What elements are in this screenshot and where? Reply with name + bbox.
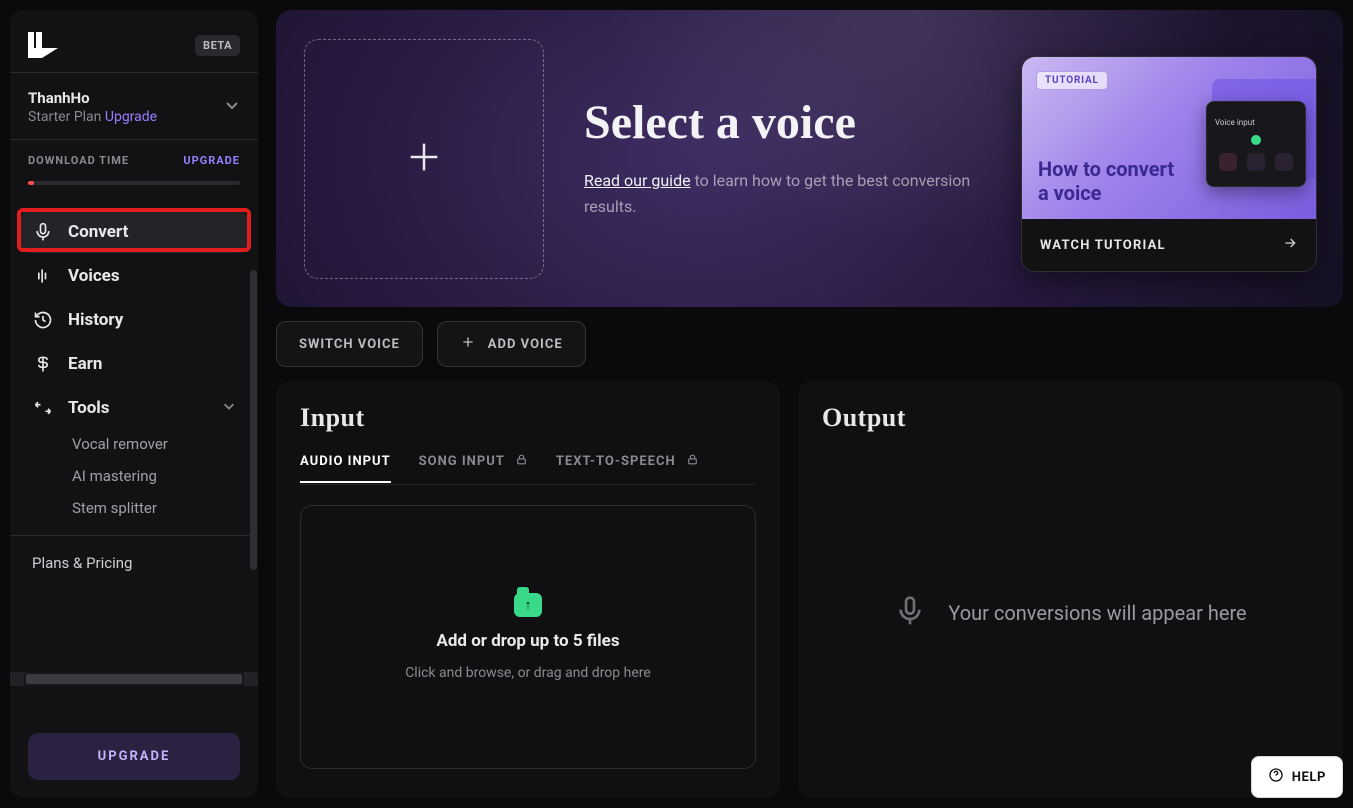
download-time-label: DOWNLOAD TIME [28, 154, 129, 167]
upgrade-button[interactable]: UPGRADE [28, 733, 240, 780]
beta-badge: BETA [195, 35, 240, 56]
tutorial-card[interactable]: TUTORIAL Voice input How to convert a vo… [1021, 56, 1317, 272]
switch-voice-button[interactable]: SWITCH VOICE [276, 321, 423, 367]
input-title: Input [300, 403, 756, 433]
nav-earn[interactable]: Earn [20, 343, 248, 385]
help-button[interactable]: HELP [1251, 756, 1343, 798]
nav-tools[interactable]: Tools [20, 387, 248, 429]
input-panel: Input AUDIO INPUT SONG INPUT TEXT-TO-SPE… [276, 381, 780, 798]
input-tabs: AUDIO INPUT SONG INPUT TEXT-TO-SPEECH [300, 447, 756, 485]
tutorial-thumb-title: How to convert a voice [1038, 157, 1186, 205]
nav-convert[interactable]: Convert [20, 211, 248, 253]
mic-icon [32, 221, 54, 243]
nav-label: History [68, 310, 123, 330]
user-name: ThanhHo [28, 89, 157, 107]
dropzone-title: Add or drop up to 5 files [436, 631, 619, 651]
dollar-icon [32, 353, 54, 375]
tab-label: AUDIO INPUT [300, 454, 391, 469]
nav-label: Convert [68, 222, 128, 242]
output-panel: Output Your conversions will appear here [798, 381, 1343, 798]
lock-icon [515, 453, 528, 470]
nav-tools-stem-splitter[interactable]: Stem splitter [72, 499, 248, 517]
user-menu[interactable]: ThanhHo Starter Plan Upgrade [10, 73, 258, 139]
help-icon [1268, 767, 1284, 787]
nav-label: Earn [68, 354, 102, 374]
help-label: HELP [1292, 770, 1326, 785]
tutorial-mock-preview: Voice input [1206, 101, 1306, 187]
arrow-right-icon [1282, 235, 1298, 255]
mic-icon [894, 595, 926, 631]
sidebar: BETA ThanhHo Starter Plan Upgrade DOWNLO… [10, 10, 258, 798]
hero-title: Select a voice [584, 98, 1004, 148]
add-voice-button[interactable]: ADD VOICE [437, 321, 586, 367]
watch-tutorial-label: WATCH TUTORIAL [1040, 238, 1166, 253]
file-dropzone[interactable]: ↑ Add or drop up to 5 files Click and br… [300, 505, 756, 769]
chevron-down-icon [222, 398, 236, 418]
select-voice-hero: Select a voice Read our guide to learn h… [276, 10, 1343, 307]
chevron-down-icon [224, 97, 240, 117]
dropzone-subtitle: Click and browse, or drag and drop here [405, 665, 651, 681]
lock-icon [686, 453, 699, 470]
main-content: Select a voice Read our guide to learn h… [276, 10, 1343, 798]
nav-tools-ai-mastering[interactable]: AI mastering [72, 467, 248, 485]
read-guide-link[interactable]: Read our guide [584, 171, 691, 190]
user-plan-prefix: Starter Plan [28, 109, 105, 125]
plus-icon [460, 334, 476, 354]
output-empty-message: Your conversions will appear here [948, 601, 1246, 625]
nav-voices[interactable]: Voices [20, 255, 248, 297]
plus-icon [404, 137, 444, 181]
button-label: ADD VOICE [488, 337, 563, 352]
tab-song-input[interactable]: SONG INPUT [419, 447, 528, 482]
history-icon [32, 309, 54, 331]
download-time-meter [28, 181, 240, 185]
tab-label: SONG INPUT [419, 454, 505, 469]
nav-label: Voices [68, 266, 120, 286]
output-title: Output [822, 403, 1319, 433]
nav-tools-vocal-remover[interactable]: Vocal remover [72, 435, 248, 453]
nav-plans-pricing[interactable]: Plans & Pricing [20, 538, 248, 582]
app-logo[interactable] [28, 32, 58, 58]
waveform-icon [32, 265, 54, 287]
tools-icon [32, 397, 54, 419]
tutorial-thumbnail: TUTORIAL Voice input How to convert a vo… [1022, 57, 1316, 219]
nav-label: Tools [68, 398, 110, 418]
primary-nav: Convert Voices History Earn Tools [10, 201, 258, 582]
user-plan-upgrade-link[interactable]: Upgrade [105, 109, 157, 125]
nav-history[interactable]: History [20, 299, 248, 341]
sidebar-scrollbar-horizontal[interactable] [10, 672, 258, 686]
tab-label: TEXT-TO-SPEECH [556, 454, 676, 469]
download-upgrade-link[interactable]: UPGRADE [183, 154, 240, 167]
upload-folder-icon: ↑ [514, 593, 542, 617]
add-voice-tile[interactable] [304, 39, 544, 279]
tab-text-to-speech[interactable]: TEXT-TO-SPEECH [556, 447, 699, 482]
tutorial-tag: TUTORIAL [1036, 71, 1108, 90]
button-label: SWITCH VOICE [299, 337, 400, 352]
sidebar-scrollbar[interactable] [250, 270, 257, 570]
tab-audio-input[interactable]: AUDIO INPUT [300, 447, 391, 482]
